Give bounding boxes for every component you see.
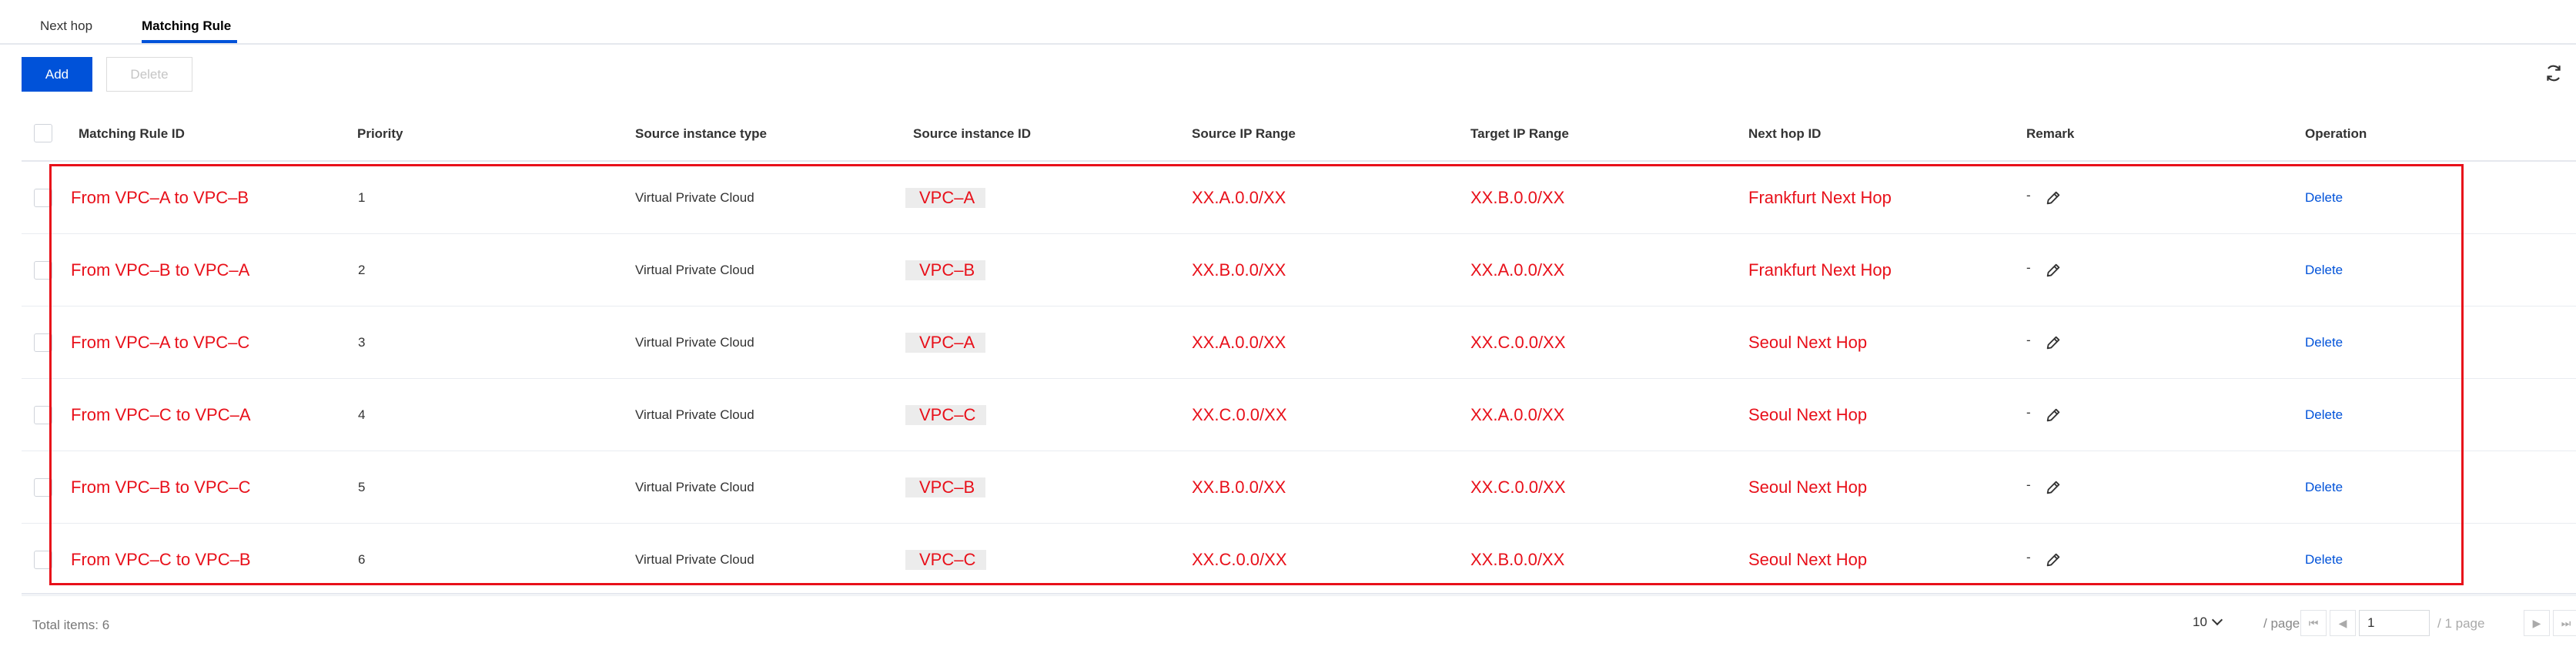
next-page-icon[interactable]: ▶ (2524, 610, 2550, 636)
annotation-highlight-box (49, 164, 2464, 585)
col-target-ip: Target IP Range (1470, 126, 1569, 141)
tab-bar: Next hop Matching Rule (0, 0, 2576, 45)
refresh-icon[interactable] (2544, 63, 2564, 83)
delete-button[interactable]: Delete (106, 57, 192, 92)
select-all-checkbox[interactable] (34, 124, 52, 142)
page-size-select[interactable]: 10 (2193, 614, 2223, 630)
col-source-type: Source instance type (635, 126, 768, 141)
tab-next-hop[interactable]: Next hop (40, 18, 92, 34)
add-button[interactable]: Add (22, 57, 92, 92)
active-tab-indicator (142, 40, 237, 43)
col-operation: Operation (2305, 126, 2367, 141)
col-source-id: Source instance ID (913, 126, 1032, 141)
total-items: Total items: 6 (32, 618, 110, 632)
page-count-label: / 1 page (2437, 616, 2485, 631)
table-header: Matching Rule ID Priority Source instanc… (22, 114, 2576, 162)
tab-matching-rule[interactable]: Matching Rule (142, 18, 231, 34)
page-number-input[interactable] (2359, 610, 2430, 636)
per-page-label: / page (2263, 616, 2300, 631)
col-source-ip: Source IP Range (1192, 126, 1296, 141)
col-next-hop: Next hop ID (1748, 126, 1822, 141)
prev-page-icon[interactable]: ◀ (2330, 610, 2356, 636)
col-priority: Priority (357, 126, 403, 141)
last-page-icon[interactable]: ⏭ (2553, 610, 2576, 636)
col-remark: Remark (2026, 126, 2075, 141)
table-footer: Total items: 6 10 / page ⏮ ◀ / 1 page ▶ … (22, 593, 2576, 655)
first-page-icon[interactable]: ⏮ (2300, 610, 2327, 636)
col-rule-id: Matching Rule ID (79, 126, 185, 141)
chevron-down-icon (2211, 614, 2223, 626)
page-size-value: 10 (2193, 615, 2207, 629)
